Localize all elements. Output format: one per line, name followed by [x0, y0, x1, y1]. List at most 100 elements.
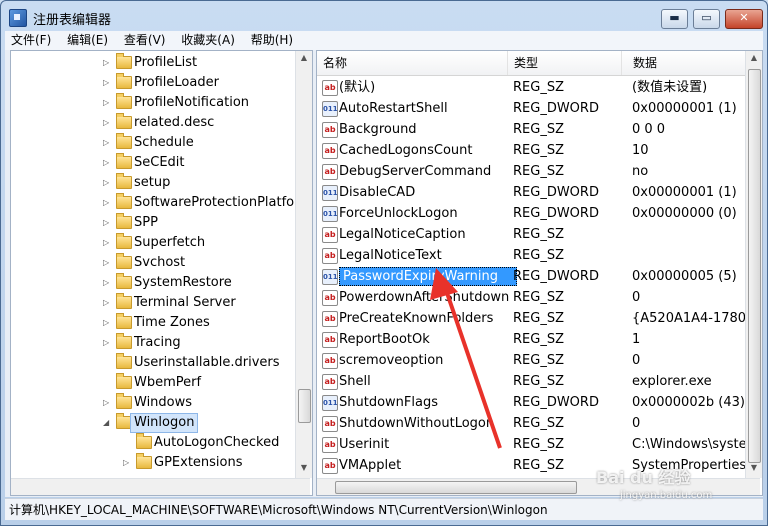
tree-item[interactable]: ▷ Time Zones — [11, 313, 294, 333]
registry-value-row[interactable]: ab LegalNoticeCaption REG_SZ — [317, 224, 747, 245]
tree-scroll-thumb[interactable] — [298, 389, 311, 423]
list-scroll-thumb[interactable] — [748, 69, 761, 463]
tree-item[interactable]: ▷ SeCEdit — [11, 153, 294, 173]
registry-value-row[interactable]: ab (默认) REG_SZ (数值未设置) — [317, 77, 747, 98]
registry-value-row[interactable]: ab PowerdownAfterShutdown REG_SZ 0 — [317, 287, 747, 308]
registry-value-row[interactable]: ab ShutdownWithoutLogon REG_SZ 0 — [317, 413, 747, 434]
tree-item[interactable]: ▷ ProfileNotification — [11, 93, 294, 113]
tree-item-label: SeCEdit — [134, 155, 185, 170]
column-header-name[interactable]: 名称 — [317, 51, 508, 75]
registry-value-row[interactable]: ab LegalNoticeText REG_SZ — [317, 245, 747, 266]
expand-arrow-icon[interactable]: ▷ — [103, 333, 109, 353]
tree-item-label: GPExtensions — [154, 455, 243, 470]
menu-favorites[interactable]: 收藏夹(A) — [175, 31, 241, 49]
menu-help[interactable]: 帮助(H) — [245, 31, 299, 49]
expand-arrow-icon[interactable]: ▷ — [103, 93, 109, 113]
value-type: REG_SZ — [513, 437, 564, 452]
expand-arrow-icon[interactable]: ▷ — [103, 133, 109, 153]
expand-arrow-icon[interactable]: ▷ — [103, 293, 109, 313]
registry-value-row[interactable]: 011 ShutdownFlags REG_DWORD 0x0000002b (43) — [317, 392, 747, 413]
value-type: REG_DWORD — [513, 185, 599, 200]
tree-item[interactable]: ▷ ProfileList — [11, 53, 294, 73]
scroll-down-arrow-icon[interactable]: ▼ — [748, 463, 760, 475]
tree-item[interactable]: ▷ Tracing — [11, 333, 294, 353]
tree-item-label: SPP — [134, 215, 158, 230]
folder-icon — [116, 133, 132, 149]
registry-value-row[interactable]: ab PreCreateKnownFolders REG_SZ {A520A1A4-1… — [317, 308, 747, 329]
scroll-up-arrow-icon[interactable]: ▲ — [298, 53, 310, 65]
tree-item[interactable]: ▷ setup — [11, 173, 294, 193]
expand-arrow-icon[interactable]: ▷ — [103, 153, 109, 173]
expand-arrow-icon[interactable]: ▷ — [103, 233, 109, 253]
value-type: REG_DWORD — [513, 101, 599, 116]
list-vertical-scrollbar[interactable]: ▲ ▼ — [745, 51, 762, 478]
registry-value-row[interactable]: ab scremoveoption REG_SZ 0 — [317, 350, 747, 371]
tree-item[interactable]: AutoLogonChecked — [11, 433, 294, 453]
registry-value-row[interactable]: ab CachedLogonsCount REG_SZ 10 — [317, 140, 747, 161]
tree-item[interactable]: ▷ GPExtensions — [11, 453, 294, 473]
expand-arrow-icon[interactable]: ▷ — [103, 193, 109, 213]
expand-arrow-icon[interactable]: ▷ — [103, 253, 109, 273]
tree-item[interactable]: ▷ Superfetch — [11, 233, 294, 253]
registry-value-row[interactable]: ab Shell REG_SZ explorer.exe — [317, 371, 747, 392]
menu-edit[interactable]: 编辑(E) — [61, 31, 114, 49]
expand-arrow-icon[interactable]: ▷ — [103, 173, 109, 193]
value-type: REG_SZ — [513, 332, 564, 347]
tree-item[interactable]: ▷ SPP — [11, 213, 294, 233]
title-bar[interactable]: 注册表编辑器 ▬ ▭ ✕ — [1, 1, 767, 31]
tree-item-label: Schedule — [134, 135, 194, 150]
tree-horizontal-scrollbar[interactable] — [11, 478, 310, 495]
tree-item-label: Winlogon — [130, 413, 199, 433]
expand-arrow-icon[interactable]: ▷ — [103, 213, 109, 233]
folder-icon — [116, 333, 132, 349]
value-name: ReportBootOk — [339, 332, 430, 347]
tree-item[interactable]: ◢ Winlogon — [11, 413, 294, 433]
expand-arrow-icon[interactable]: ▷ — [103, 113, 109, 133]
tree-item[interactable]: ▷ Terminal Server — [11, 293, 294, 313]
folder-icon — [116, 113, 132, 129]
tree-vertical-scrollbar[interactable]: ▲ ▼ — [295, 51, 312, 478]
tree-item[interactable]: WbemPerf — [11, 373, 294, 393]
expand-arrow-icon[interactable]: ▷ — [103, 53, 109, 73]
value-name: (默认) — [339, 80, 376, 95]
maximize-button[interactable]: ▭ — [693, 9, 720, 29]
registry-value-row[interactable]: 011 AutoRestartShell REG_DWORD 0x00000001 (… — [317, 98, 747, 119]
value-name: DebugServerCommand — [339, 164, 492, 179]
status-bar-path: 计算机\HKEY_LOCAL_MACHINE\SOFTWARE\Microsof… — [5, 498, 763, 520]
expand-arrow-icon[interactable]: ▷ — [103, 313, 109, 333]
registry-value-row[interactable]: 011 DisableCAD REG_DWORD 0x00000001 (1) — [317, 182, 747, 203]
tree-item[interactable]: ▷ Schedule — [11, 133, 294, 153]
expand-arrow-icon[interactable]: ▷ — [103, 73, 109, 93]
list-hscroll-thumb[interactable] — [335, 481, 577, 494]
registry-value-row[interactable]: ab Background REG_SZ 0 0 0 — [317, 119, 747, 140]
tree-item[interactable]: ▷ SoftwareProtectionPlatform — [11, 193, 312, 213]
scroll-up-arrow-icon[interactable]: ▲ — [748, 53, 760, 65]
close-button[interactable]: ✕ — [725, 9, 763, 29]
column-header-type[interactable]: 类型 — [508, 51, 622, 75]
tree-item[interactable]: ▷ SystemRestore — [11, 273, 294, 293]
column-header-data[interactable]: 数据 — [627, 51, 753, 75]
menu-view[interactable]: 查看(V) — [118, 31, 172, 49]
tree-item[interactable]: ▷ ProfileLoader — [11, 73, 294, 93]
expand-arrow-icon[interactable]: ▷ — [123, 453, 129, 473]
minimize-button[interactable]: ▬ — [661, 9, 688, 29]
registry-value-row[interactable]: ab ReportBootOk REG_SZ 1 — [317, 329, 747, 350]
expand-arrow-icon[interactable]: ▷ — [103, 393, 109, 413]
registry-value-row[interactable]: 011 PasswordExpiryWarning REG_DWORD 0x00000… — [317, 266, 747, 287]
tree-item[interactable]: ▷ Windows — [11, 393, 294, 413]
registry-value-row[interactable]: ab DebugServerCommand REG_SZ no — [317, 161, 747, 182]
value-name: VMApplet — [339, 458, 402, 473]
tree-item[interactable]: ▷ related.desc — [11, 113, 294, 133]
expand-arrow-icon[interactable]: ▷ — [103, 273, 109, 293]
scroll-down-arrow-icon[interactable]: ▼ — [298, 463, 310, 475]
registry-value-row[interactable]: 011 ForceUnlockLogon REG_DWORD 0x00000000 (… — [317, 203, 747, 224]
value-name: CachedLogonsCount — [339, 143, 473, 158]
tree-item[interactable]: Userinstallable.drivers — [11, 353, 294, 373]
string-value-icon: ab — [322, 80, 338, 96]
menu-file[interactable]: 文件(F) — [5, 31, 57, 49]
value-name: PowerdownAfterShutdown — [339, 290, 509, 305]
tree-item-label: Svchost — [134, 255, 186, 270]
tree-item[interactable]: ▷ Svchost — [11, 253, 294, 273]
registry-value-row[interactable]: ab Userinit REG_SZ C:\Windows\system — [317, 434, 747, 455]
expanded-arrow-icon[interactable]: ◢ — [103, 413, 109, 433]
